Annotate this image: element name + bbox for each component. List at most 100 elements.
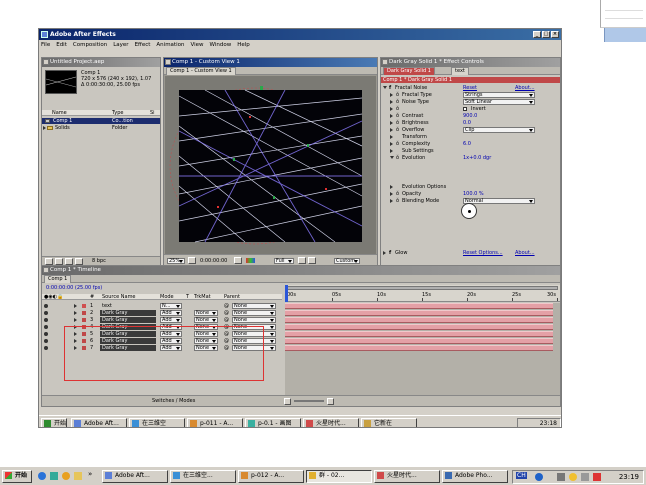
expand-triangle-icon[interactable] — [390, 107, 395, 111]
effect-prop-row[interactable]: ŏ Fractal Type Strings — [381, 92, 560, 98]
inner-taskbar-button[interactable]: 在三维空 — [129, 418, 185, 427]
pickwhip-icon[interactable]: @ — [224, 317, 229, 323]
invert-checkbox[interactable] — [463, 107, 467, 111]
effect-reset-link[interactable]: Reset — [463, 85, 477, 91]
find-icon[interactable] — [45, 258, 53, 265]
qq-icon[interactable] — [569, 473, 577, 481]
zoom-in-icon[interactable] — [327, 398, 334, 405]
expand-triangle-icon[interactable] — [383, 251, 388, 255]
maximize-button[interactable]: □ — [542, 31, 550, 38]
menu-view[interactable]: View — [190, 41, 203, 50]
menu-layer[interactable]: Layer — [113, 41, 128, 50]
layer-label-color-icon[interactable] — [82, 318, 86, 322]
effect-prop-row[interactable]: ŏ Overflow Clip — [381, 127, 560, 133]
taskbar-button[interactable]: Adobe Pho... — [442, 470, 508, 483]
column-source-name[interactable]: Source Name — [102, 294, 136, 300]
layer-duration-bar[interactable] — [285, 345, 553, 351]
layer-mode-dropdown[interactable]: Add — [160, 310, 182, 316]
menu-composition[interactable]: Composition — [73, 41, 107, 50]
inner-taskbar-button[interactable]: 火星时代... — [303, 418, 359, 427]
layer-source-name[interactable]: Dark Gray — [100, 317, 156, 323]
timeline-layer-row[interactable]: 3 Dark Gray Add None @ None — [42, 317, 282, 324]
glow-about-link[interactable]: About... — [515, 250, 535, 256]
minimize-button[interactable]: _ — [533, 31, 541, 38]
layer-duration-bar[interactable] — [285, 324, 553, 330]
timeline-layer-row[interactable]: 1 text N... @ None — [42, 303, 282, 310]
stopwatch-icon[interactable]: ŏ — [396, 99, 399, 105]
inner-taskbar-button[interactable]: 它新在 — [361, 418, 417, 427]
work-area-bar[interactable] — [286, 286, 558, 290]
menu-effect[interactable]: Effect — [135, 41, 151, 50]
effect-prop-value[interactable]: 900.0 — [463, 113, 477, 119]
ime-indicator[interactable]: CH — [516, 472, 527, 479]
color-channels-icon[interactable] — [246, 258, 255, 263]
layer-duration-bar[interactable] — [285, 331, 553, 337]
expand-triangle-icon[interactable] — [390, 128, 395, 132]
inner-start-button[interactable]: 开始 — [41, 418, 67, 427]
quick-launch-ie-icon[interactable] — [38, 472, 46, 480]
time-ruler[interactable]: 00s 05s 10s 15s 20s 25s 30s — [285, 285, 560, 302]
switches-modes-toggle[interactable]: Switches / Modes — [152, 398, 195, 404]
taskbar-button[interactable]: 火星时代... — [374, 470, 440, 483]
fx-toggle-icon[interactable]: f — [389, 85, 391, 91]
effect-prop-row[interactable]: Sub Settings — [381, 148, 560, 154]
inner-taskbar-button[interactable]: p-011 - A... — [187, 418, 243, 427]
layer-duration-bar[interactable] — [285, 338, 553, 344]
effect-prop-value[interactable]: 0.0 — [463, 120, 471, 126]
inner-taskbar-button[interactable]: p-0.1 - 画图 — [245, 418, 301, 427]
timeline-layer-row[interactable]: 2 Dark Gray Add None @ None — [42, 310, 282, 317]
layer-duration-bar[interactable] — [285, 317, 553, 323]
taskbar-button[interactable]: 群 - 02... — [306, 470, 372, 483]
effect-prop-dropdown[interactable]: Normal — [463, 198, 535, 204]
layer-mode-dropdown[interactable]: Add — [160, 317, 182, 323]
comp-timecode[interactable]: 0:00:00:00 — [200, 258, 227, 264]
timeline-timecode[interactable]: 0:00:00:00 (25.00 fps) — [46, 285, 102, 291]
panel-close-icon[interactable] — [382, 59, 388, 65]
help-icon[interactable] — [535, 473, 543, 481]
taskbar-button[interactable]: Adobe Aft... — [102, 470, 168, 483]
close-button[interactable]: × — [551, 31, 559, 38]
stopwatch-icon[interactable]: ŏ — [396, 106, 399, 112]
pickwhip-icon[interactable]: @ — [224, 303, 229, 309]
panel-close-icon[interactable] — [165, 59, 171, 65]
video-visibility-icon[interactable] — [44, 346, 48, 350]
expand-triangle-icon[interactable] — [74, 311, 79, 315]
fx-toggle-icon[interactable]: f — [389, 250, 391, 256]
stopwatch-icon[interactable]: ŏ — [396, 92, 399, 98]
layer-parent-dropdown[interactable]: None — [232, 317, 276, 323]
panel-close-icon[interactable] — [43, 59, 49, 65]
tab-dark-gray-solid[interactable]: Dark Gray Solid 1 — [383, 67, 435, 75]
layer-trkmat-dropdown[interactable]: None — [194, 317, 218, 323]
expand-triangle-icon[interactable] — [390, 93, 395, 97]
tab-text[interactable]: text — [451, 67, 469, 75]
layer-duration-bar[interactable] — [285, 310, 553, 316]
stopwatch-icon[interactable]: ŏ — [396, 191, 399, 197]
video-visibility-icon[interactable] — [44, 332, 48, 336]
quick-launch-more-icon[interactable]: » — [88, 470, 92, 478]
project-item-comp1[interactable]: Comp 1 Co...tion — [42, 118, 160, 124]
stopwatch-icon[interactable]: ŏ — [396, 155, 399, 161]
layer-mode-dropdown[interactable]: N... — [160, 303, 182, 309]
layer-parent-dropdown[interactable]: None — [232, 310, 276, 316]
antivirus-icon[interactable] — [593, 473, 601, 481]
new-comp-icon[interactable] — [65, 258, 73, 265]
quick-launch-desktop-icon[interactable] — [50, 472, 58, 480]
menu-animation[interactable]: Animation — [156, 41, 184, 50]
quick-launch-folder-icon[interactable] — [74, 472, 82, 480]
glow-reset-link[interactable]: Reset Options... — [463, 250, 503, 256]
network-icon[interactable] — [557, 473, 565, 481]
effect-header-fractal-noise[interactable]: f Fractal Noise Reset About... — [381, 85, 560, 91]
effect-prop-row[interactable]: Evolution Options — [381, 184, 560, 190]
zoom-dropdown[interactable]: 25% — [167, 258, 185, 264]
column-name[interactable]: Name — [52, 110, 67, 116]
effect-prop-row[interactable]: ŏ Brightness 0.0 — [381, 120, 560, 126]
expand-triangle-icon[interactable] — [390, 156, 394, 161]
stopwatch-icon[interactable]: ŏ — [396, 113, 399, 119]
effect-prop-value[interactable]: 100.0 % — [463, 191, 484, 197]
expand-triangle-icon[interactable] — [390, 121, 395, 125]
effect-header-glow[interactable]: f Glow Reset Options... About... — [381, 250, 560, 256]
layer-duration-bar[interactable] — [285, 303, 553, 309]
column-type[interactable]: Type — [112, 110, 123, 116]
menu-file[interactable]: File — [41, 41, 50, 50]
inner-taskbar-button[interactable]: Adobe Aft... — [71, 418, 127, 427]
